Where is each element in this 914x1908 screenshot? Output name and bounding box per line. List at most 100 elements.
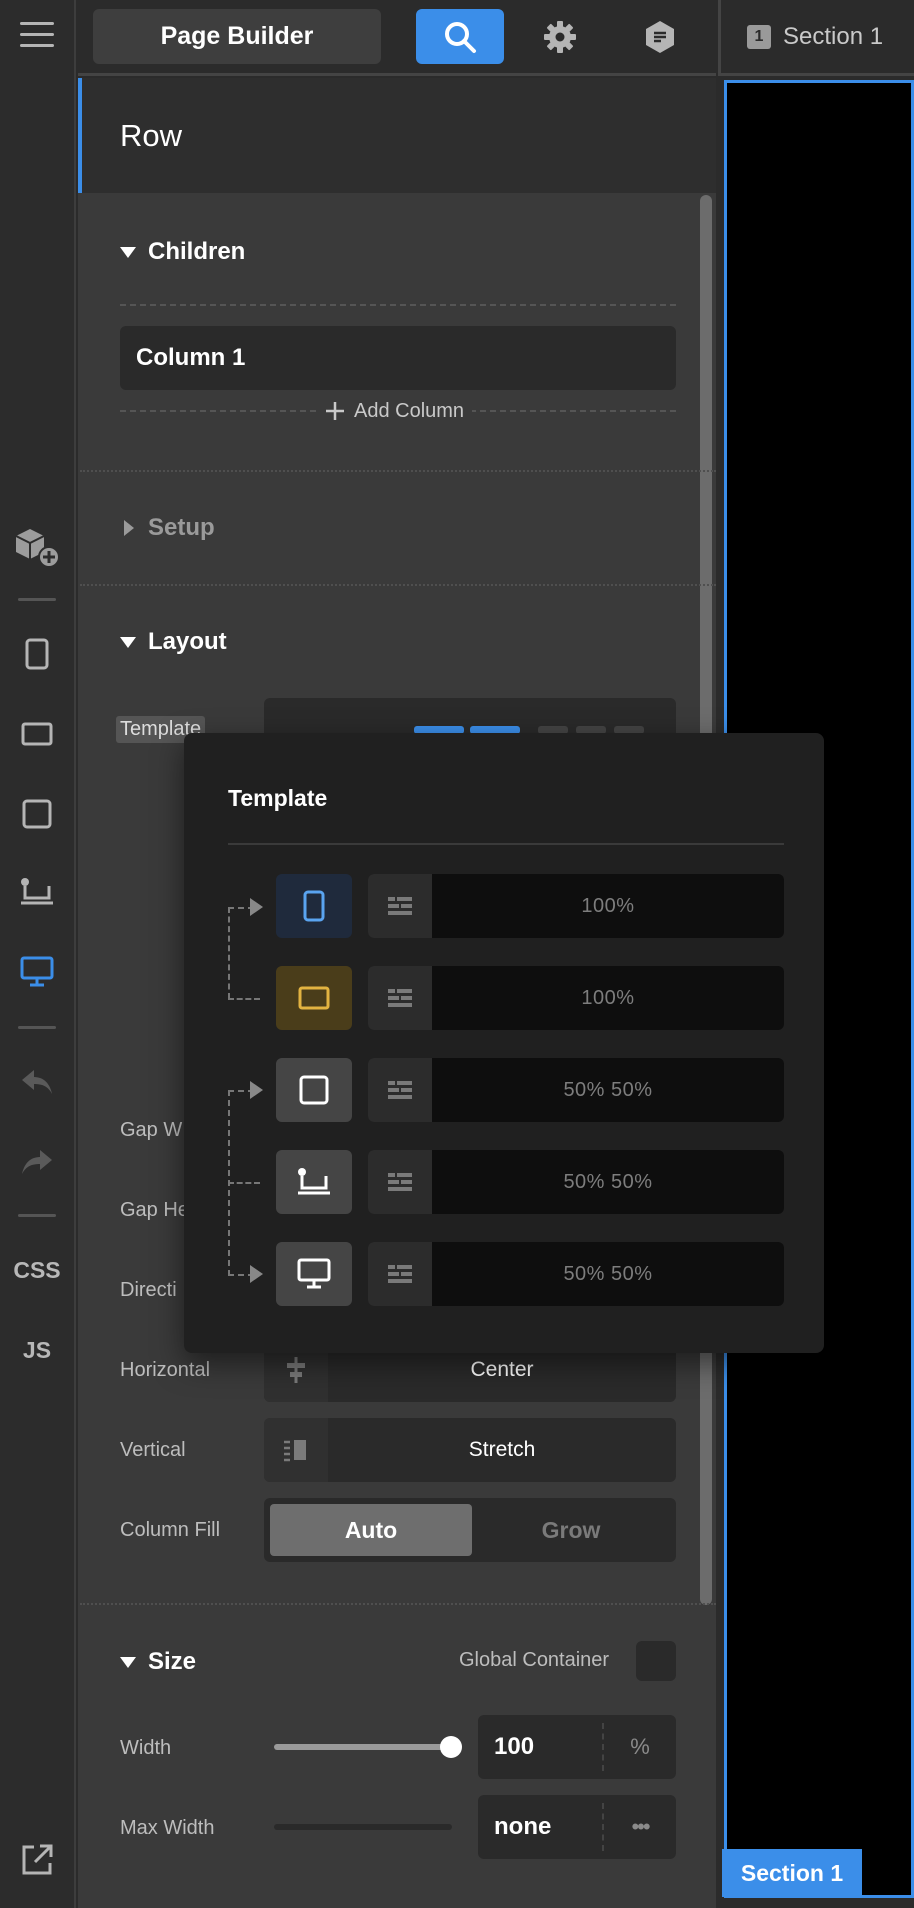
children-title: Children [148, 238, 246, 265]
css-label: CSS [13, 1256, 61, 1283]
grid-icon [368, 966, 432, 1030]
template-input[interactable]: 50% 50% [368, 1058, 784, 1122]
size-section-toggle[interactable]: Size [120, 1648, 196, 1676]
arrow-right-icon [250, 898, 263, 916]
search-icon[interactable] [416, 9, 504, 64]
layout-title: Layout [148, 628, 227, 655]
column-fill-toggle: Auto Grow [264, 1498, 676, 1562]
global-container-label: Global Container [459, 1649, 610, 1671]
width-unit[interactable]: % [602, 1723, 676, 1771]
redo-icon[interactable] [0, 1132, 74, 1192]
tablet-portrait-icon[interactable] [276, 1058, 352, 1122]
grid-icon [368, 1150, 432, 1214]
vertical-label: Vertical [120, 1439, 186, 1461]
template-input[interactable]: 100% [368, 966, 784, 1030]
left-rail: CSS JS [0, 0, 76, 1908]
add-element-icon[interactable] [0, 518, 74, 578]
vertical-select[interactable]: Stretch [264, 1418, 676, 1482]
grid-icon [368, 1058, 432, 1122]
align-stretch-icon [264, 1418, 328, 1482]
gap-width-label: Gap W [120, 1119, 183, 1141]
connector-line [228, 907, 230, 999]
tablet-landscape-view-icon[interactable] [0, 704, 74, 764]
grid-icon [368, 1242, 432, 1306]
laptop-view-icon[interactable] [0, 862, 74, 922]
desktop-view-icon[interactable] [0, 942, 74, 1002]
add-column-button[interactable]: Add Column [316, 396, 473, 426]
rail-separator [18, 1026, 56, 1029]
popup-divider [228, 843, 784, 845]
direction-label: Directi [120, 1279, 177, 1301]
list-item-column[interactable]: Column 1 [120, 326, 676, 390]
document-hexagon-icon[interactable] [616, 9, 704, 64]
max-width-slider[interactable] [274, 1824, 452, 1830]
grid-icon [368, 874, 432, 938]
top-toolbar: Page Builder [78, 0, 716, 76]
tab-section-1[interactable]: 1 Section 1 [718, 0, 914, 76]
column-fill-label: Column Fill [120, 1519, 221, 1541]
size-title: Size [148, 1648, 197, 1675]
divider [120, 304, 676, 306]
width-slider-handle[interactable] [440, 1736, 462, 1758]
template-row-laptop: 50% 50% [276, 1150, 784, 1214]
gap-height-label: Gap He [120, 1199, 189, 1221]
popup-title: Template [228, 785, 328, 811]
panel-heading: Row [78, 78, 716, 193]
hamburger-menu-icon[interactable] [0, 5, 74, 65]
page-builder-button[interactable]: Page Builder [93, 9, 381, 64]
js-button[interactable]: JS [0, 1320, 74, 1380]
tablet-portrait-view-icon[interactable] [0, 784, 74, 844]
section-number-badge: 1 [747, 24, 771, 49]
width-value: 100 [494, 1733, 535, 1760]
template-value: 100% [581, 894, 635, 917]
column-fill-grow-button[interactable]: Grow [472, 1504, 670, 1556]
arrow-right-icon [250, 1265, 263, 1283]
width-input[interactable]: 100 % [478, 1715, 676, 1779]
template-row-tablet-portrait: 50% 50% [276, 1058, 784, 1122]
css-button[interactable]: CSS [0, 1240, 74, 1300]
caret-down-icon [120, 1656, 136, 1668]
max-width-input[interactable]: none ••• [478, 1795, 676, 1859]
desktop-icon[interactable] [276, 1242, 352, 1306]
caret-down-icon [120, 636, 136, 648]
caret-down-icon [120, 246, 136, 258]
tablet-icon[interactable] [276, 966, 352, 1030]
section-separator [80, 470, 716, 472]
caret-right-icon [124, 520, 134, 536]
rail-separator [18, 598, 56, 601]
section-label[interactable]: Section 1 [722, 1849, 862, 1897]
template-input[interactable]: 100% [368, 874, 784, 938]
width-label: Width [120, 1737, 172, 1759]
children-section-toggle[interactable]: Children [120, 238, 245, 266]
section-separator [80, 1603, 716, 1605]
template-input[interactable]: 50% 50% [368, 1242, 784, 1306]
vertical-value: Stretch [468, 1438, 536, 1461]
layout-section-toggle[interactable]: Layout [120, 628, 227, 656]
add-column-label: Add Column [354, 399, 465, 422]
laptop-icon[interactable] [276, 1150, 352, 1214]
template-input[interactable]: 50% 50% [368, 1150, 784, 1214]
template-value: 100% [581, 986, 635, 1009]
rail-separator [18, 1214, 56, 1217]
section-separator [80, 584, 716, 586]
global-container-checkbox[interactable] [636, 1641, 676, 1681]
column-fill-auto-button[interactable]: Auto [270, 1504, 472, 1556]
phone-view-icon[interactable] [0, 624, 74, 684]
max-width-value: none [494, 1813, 552, 1840]
template-row-tablet: 100% [276, 966, 784, 1030]
arrow-right-icon [250, 1081, 263, 1099]
gear-icon[interactable] [516, 9, 604, 64]
template-row-desktop: 50% 50% [276, 1242, 784, 1306]
phone-icon[interactable] [276, 874, 352, 938]
width-slider[interactable] [274, 1744, 452, 1750]
undo-icon[interactable] [0, 1052, 74, 1112]
external-link-icon[interactable] [0, 1830, 74, 1890]
setup-section-toggle[interactable]: Setup [120, 514, 215, 542]
horizontal-label: Horizontal [120, 1359, 211, 1381]
max-width-unit[interactable]: ••• [602, 1803, 676, 1851]
plus-icon [326, 402, 344, 420]
template-popup: Template 100% 100% 50% 50% 50% 50% 50% 5… [184, 733, 824, 1353]
template-value: 50% 50% [563, 1078, 653, 1101]
template-value: 50% 50% [563, 1170, 653, 1193]
setup-title: Setup [148, 514, 215, 541]
